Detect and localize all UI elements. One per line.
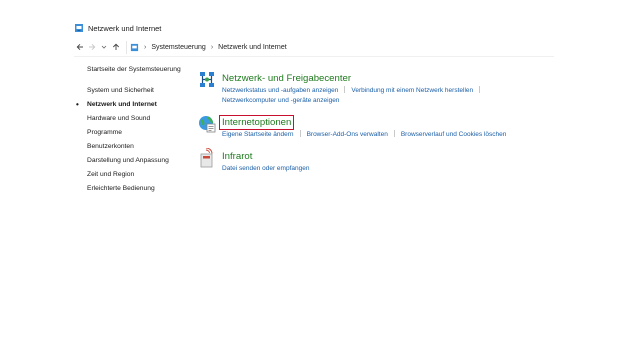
breadcrumb-separator: › [210,43,214,51]
link-separator [344,86,346,93]
sidebar-item-programs[interactable]: Programme [87,126,197,140]
sidebar-item-appearance[interactable]: Darstellung und Anpassung [87,154,197,168]
network-sharing-icon [200,72,214,87]
infrared-link[interactable]: Infrarot [222,150,252,163]
window-title: Netzwerk und Internet [88,23,162,33]
sidebar-item-user-accounts[interactable]: Benutzerkonten [87,140,197,154]
sidebar-item-ease-of-access[interactable]: Erleichterte Bedienung [87,182,197,196]
active-bullet: • [76,100,79,109]
sidebar-item-network-internet[interactable]: • Netzwerk und Internet [76,98,197,112]
navigation-bar: › Systemsteuerung › Netzwerk und Interne… [74,40,554,54]
send-receive-file-link[interactable]: Datei senden oder empfangen [222,165,309,172]
sidebar-item-label: Erleichterte Bedienung [87,185,155,192]
category-list: Netzwerk- und Freigabecenter Netzwerksta… [197,68,557,180]
sidebar-item-system-security[interactable]: System und Sicherheit [87,84,197,98]
breadcrumb-netzwerk-und-internet[interactable]: Netzwerk und Internet [218,44,286,51]
sidebar-item-label: Netzwerk und Internet [87,101,157,108]
category-network-sharing: Netzwerk- und Freigabecenter Netzwerksta… [197,68,557,106]
sidebar-item-label: Programme [87,129,122,136]
internet-options-icon [199,116,216,133]
sidebar-item-label: Hardware und Sound [87,115,151,122]
arrow-left-icon [76,43,83,51]
delete-history-cookies-link[interactable]: Browserverlauf und Cookies löschen [401,131,507,138]
connect-to-network-link[interactable]: Verbindung mit einem Netzwerk herstellen [351,87,473,94]
link-separator [299,130,301,137]
forward-button[interactable] [86,41,98,53]
network-sharing-center-link[interactable]: Netzwerk- und Freigabecenter [222,72,351,85]
category-infrared: Infrarot Datei senden oder empfangen [197,146,557,174]
task-links: Eigene Startseite ändern Browser-Add-Ons … [222,130,557,140]
change-homepage-link[interactable]: Eigene Startseite ändern [222,131,294,138]
task-links: Netzwerkstatus und -aufgaben anzeigen Ver… [222,86,557,106]
view-network-status-link[interactable]: Netzwerkstatus und -aufgaben anzeigen [222,87,338,94]
back-button[interactable] [74,41,86,53]
sidebar-item-label: Benutzerkonten [87,143,134,150]
sidebar: Startseite der Systemsteuerung System un… [76,66,197,196]
internet-options-link[interactable]: Internetoptionen [219,115,295,130]
arrow-right-icon [89,43,96,51]
title-bar: Netzwerk und Internet [74,20,161,36]
breadcrumb-separator: › [144,43,147,51]
arrow-up-icon [112,43,120,50]
up-button[interactable] [110,41,122,53]
sidebar-item-clock-region[interactable]: Zeit und Region [87,168,197,182]
sidebar-item-label: System und Sicherheit [87,87,154,94]
sidebar-item-label: Zeit und Region [87,171,135,178]
infrared-icon [200,148,213,168]
link-separator [393,130,395,137]
sidebar-item-hardware-sound[interactable]: Hardware und Sound [87,112,197,126]
address-bar[interactable]: › Systemsteuerung › Netzwerk und Interne… [126,40,554,54]
link-separator [479,86,481,93]
control-panel-small-icon [130,43,139,51]
chevron-down-icon [101,45,107,49]
view-network-computers-link[interactable]: Netzwerkcomputer und -geräte anzeigen [222,97,339,104]
task-links: Datei senden oder empfangen [222,164,557,174]
category-internet-options: Internetoptionen Eigene Startseite änder… [197,112,557,140]
sidebar-item-label: Darstellung und Anpassung [87,157,169,164]
manage-addons-link[interactable]: Browser-Add-Ons verwalten [307,131,388,138]
breadcrumb-systemsteuerung[interactable]: Systemsteuerung [151,44,205,51]
control-panel-icon [75,24,83,32]
control-panel-home-link[interactable]: Startseite der Systemsteuerung [87,66,197,73]
toolbar-divider [74,56,554,57]
recent-locations-button[interactable] [98,41,110,53]
